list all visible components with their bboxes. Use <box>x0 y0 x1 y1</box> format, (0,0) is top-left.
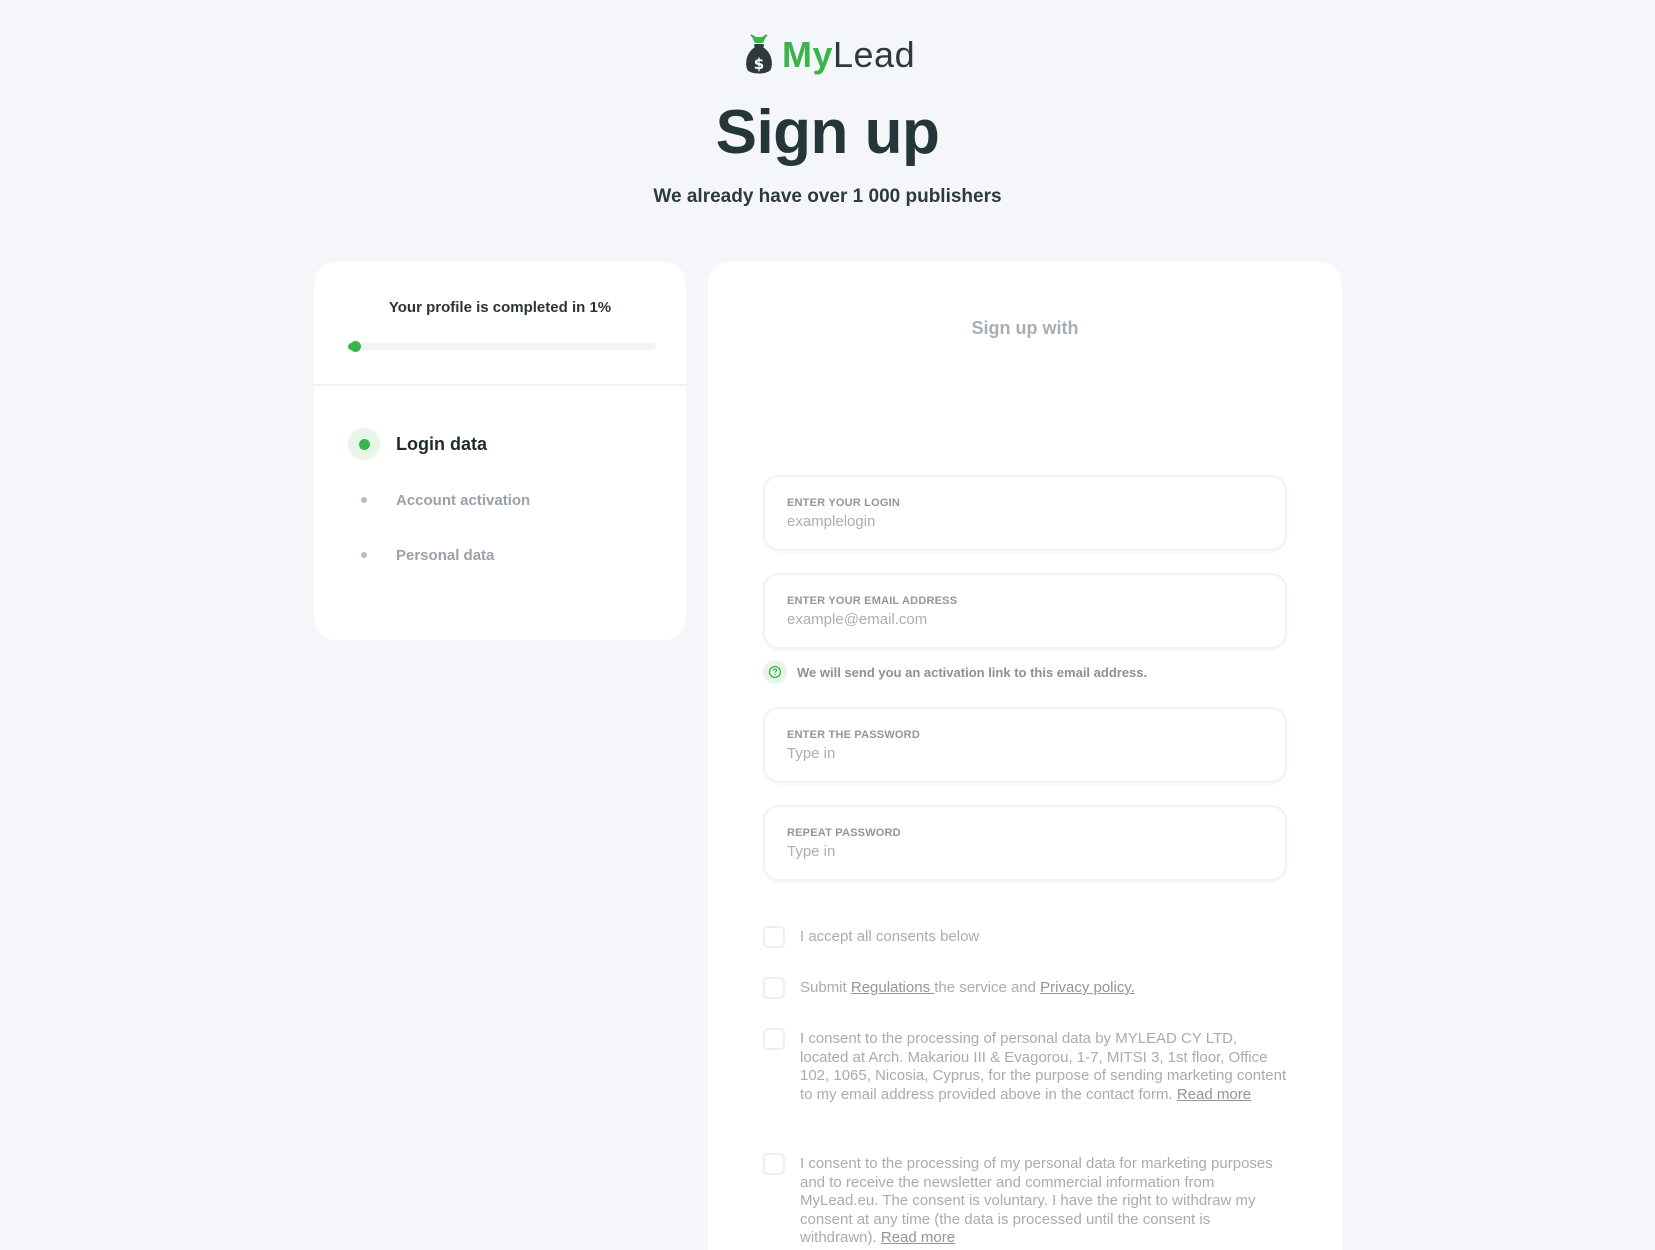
consent-accept-all: I accept all consents below <box>763 926 1293 948</box>
mylead-logo[interactable]: $ MyLead <box>744 32 915 78</box>
email-field[interactable]: ENTER YOUR EMAIL ADDRESS <box>763 573 1287 649</box>
progress-bar <box>348 341 656 352</box>
signup-with-label: Sign up with <box>971 318 1079 338</box>
login-input[interactable] <box>787 513 1257 530</box>
repeat-password-field[interactable]: REPEAT PASSWORD <box>763 805 1287 881</box>
consent-marketing: I consent to the processing of my person… <box>763 1153 1293 1248</box>
login-field[interactable]: ENTER YOUR LOGIN <box>763 475 1287 551</box>
regulations-link[interactable]: Regulations <box>851 979 934 996</box>
marketing-checkbox[interactable] <box>763 1153 785 1175</box>
question-icon <box>763 660 787 684</box>
consent-regulations: Submit Regulations the service and Priva… <box>763 977 1293 999</box>
progress-indicator <box>350 341 362 352</box>
money-bag-icon: $ <box>746 34 772 74</box>
repeat-password-input[interactable] <box>787 843 1257 860</box>
page-subtitle: We already have over 1 000 publishers <box>653 186 1002 207</box>
step-active-marker <box>348 428 380 460</box>
processing-checkbox[interactable] <box>763 1028 785 1050</box>
step-label: Account activation <box>396 491 531 509</box>
divider <box>314 384 686 386</box>
progress-card: Your profile is completed in 1% Login da… <box>314 262 686 640</box>
regulations-middle: the service and <box>934 979 1041 996</box>
logo-wordmark: MyLead <box>782 34 916 75</box>
signup-page: $ MyLead Sign up We already have over 1 … <box>0 0 1655 1250</box>
email-hint: We will send you an activation link to t… <box>763 660 1147 684</box>
password-input[interactable] <box>787 745 1257 762</box>
step-login-data[interactable]: Login data <box>348 428 487 460</box>
accept-all-text: I accept all consents below <box>800 928 980 945</box>
accept-all-checkbox[interactable] <box>763 926 785 948</box>
processing-read-more-link[interactable]: Read more <box>1177 1086 1251 1103</box>
regulations-checkbox[interactable] <box>763 977 785 999</box>
privacy-policy-link[interactable]: Privacy policy. <box>1040 979 1135 996</box>
consent-processing: I consent to the processing of personal … <box>763 1028 1293 1104</box>
repeat-password-label: REPEAT PASSWORD <box>787 827 901 839</box>
regulations-text: Submit Regulations the service and Priva… <box>800 977 1288 998</box>
email-input[interactable] <box>787 611 1257 628</box>
step-label: Personal data <box>396 546 495 564</box>
step-label: Login data <box>396 433 487 454</box>
step-pending-marker <box>348 484 380 516</box>
processing-text: I consent to the processing of personal … <box>800 1028 1288 1104</box>
email-hint-text: We will send you an activation link to t… <box>797 664 1148 680</box>
email-label: ENTER YOUR EMAIL ADDRESS <box>787 595 958 607</box>
password-label: ENTER THE PASSWORD <box>787 729 920 741</box>
svg-text:$: $ <box>754 55 764 73</box>
page-title: Sign up <box>715 98 940 167</box>
login-label: ENTER YOUR LOGIN <box>787 497 901 509</box>
regulations-prefix: Submit <box>800 979 851 996</box>
progress-label: Your profile is completed in 1% <box>388 299 612 316</box>
step-pending-marker <box>348 539 380 571</box>
signup-form-card: Sign up with ENTER YOUR LOGIN ENTER YOUR… <box>708 262 1342 1250</box>
password-field[interactable]: ENTER THE PASSWORD <box>763 707 1287 783</box>
marketing-read-more-link[interactable]: Read more <box>881 1229 955 1246</box>
step-personal-data[interactable]: Personal data <box>348 539 494 571</box>
marketing-body: I consent to the processing of my person… <box>800 1155 1273 1246</box>
step-account-activation[interactable]: Account activation <box>348 484 530 516</box>
marketing-text: I consent to the processing of my person… <box>800 1153 1288 1248</box>
